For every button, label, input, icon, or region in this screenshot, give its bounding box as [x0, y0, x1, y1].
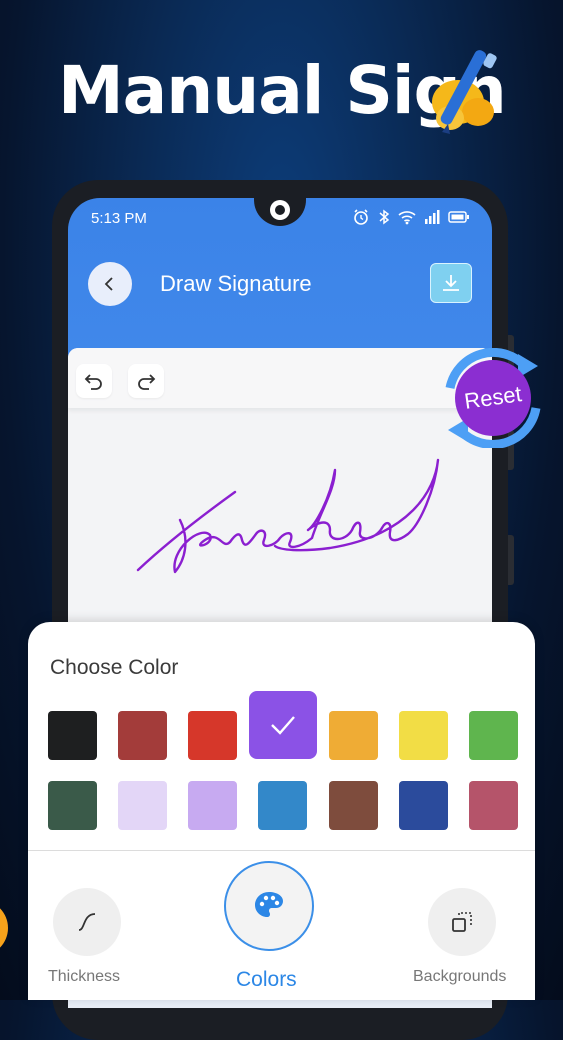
status-time: 5:13 PM — [91, 210, 147, 227]
swatch-11[interactable] — [329, 781, 378, 830]
swatch-10[interactable] — [258, 781, 307, 830]
swatch-9[interactable] — [188, 781, 237, 830]
swatch-3-selected[interactable] — [249, 691, 317, 759]
curve-icon — [78, 913, 96, 931]
swatch-8[interactable] — [118, 781, 167, 830]
swatch-7[interactable] — [48, 781, 97, 830]
download-icon — [443, 275, 459, 291]
redo-button[interactable] — [128, 364, 164, 398]
alarm-icon — [354, 209, 368, 225]
nav-colors[interactable] — [224, 861, 314, 951]
page-title: Draw Signature — [160, 271, 312, 296]
hand-writing-icon — [432, 50, 497, 134]
front-camera — [270, 200, 290, 220]
swatch-2[interactable] — [188, 711, 237, 760]
swatch-1[interactable] — [118, 711, 167, 760]
swatch-13[interactable] — [469, 781, 518, 830]
signal-icon — [425, 210, 440, 224]
back-button[interactable] — [88, 262, 132, 306]
signature-stroke — [136, 458, 440, 574]
swatch-6[interactable] — [469, 711, 518, 760]
nav-backgrounds[interactable] — [428, 888, 496, 956]
nav-backgrounds-label: Backgrounds — [413, 968, 507, 985]
swatch-12[interactable] — [399, 781, 448, 830]
swatch-5[interactable] — [399, 711, 448, 760]
status-icons — [352, 208, 470, 226]
wifi-icon — [398, 211, 416, 225]
divider — [28, 850, 535, 851]
battery-icon — [448, 211, 469, 223]
undo-button[interactable] — [76, 364, 112, 398]
reset-button[interactable]: Reset — [440, 348, 546, 448]
redo-icon — [138, 374, 156, 390]
layers-icon — [452, 912, 472, 932]
nav-thickness-label: Thickness — [48, 968, 121, 985]
panel-title: Choose Color — [50, 656, 179, 679]
edge-decoration — [0, 900, 8, 956]
download-button[interactable] — [430, 263, 472, 303]
chevron-left-icon — [104, 277, 113, 291]
swatch-0[interactable] — [48, 711, 97, 760]
swatch-4[interactable] — [329, 711, 378, 760]
undo-icon — [84, 374, 102, 390]
side-button — [508, 535, 514, 585]
palette-icon — [255, 892, 283, 917]
bluetooth-icon — [379, 209, 390, 225]
check-icon — [271, 716, 295, 735]
nav-colors-label: Colors — [236, 968, 297, 991]
nav-thickness[interactable] — [53, 888, 121, 956]
